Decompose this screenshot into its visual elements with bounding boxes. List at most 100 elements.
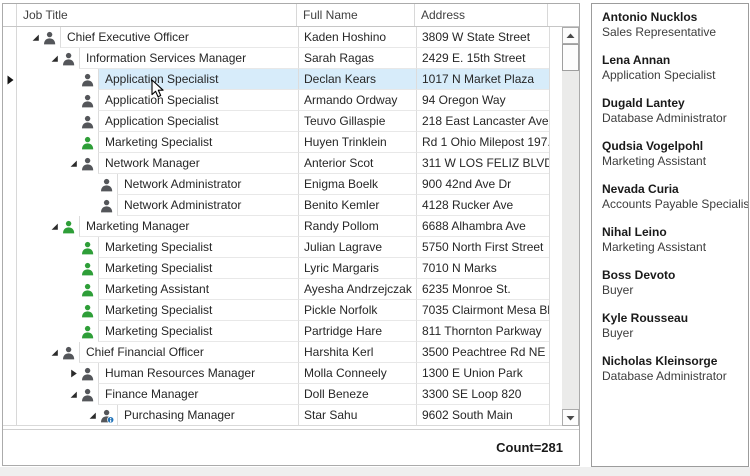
full-name-cell[interactable]: Anterior Scot [298,153,416,174]
table-row[interactable]: Marketing SpecialistLyric Margaris7010 N… [18,258,579,279]
full-name-cell[interactable]: Enigma Boelk [298,174,416,195]
column-header-job-title[interactable]: Job Title [17,4,297,26]
table-row[interactable]: Marketing AssistantAyesha Andrzejczak623… [18,279,579,300]
address-cell[interactable]: 3500 Peachtree Rd NE [416,342,549,363]
full-name-cell[interactable]: Doll Beneze [298,384,416,405]
list-item-person[interactable]: Boss DevotoBuyer [602,268,740,298]
expand-glyph-box[interactable] [46,53,62,64]
job-title-cell[interactable]: Application Specialist [18,111,298,132]
address-cell[interactable]: 3809 W State Street [416,27,549,48]
address-cell[interactable]: 6235 Monroe St. [416,279,549,300]
job-title-cell[interactable]: Marketing Assistant [18,279,298,300]
job-title-cell[interactable]: Chief Financial Officer [18,342,298,363]
table-row[interactable]: Chief Financial OfficerHarshita Kerl3500… [18,342,579,363]
vertical-scrollbar[interactable] [562,27,579,426]
expand-glyph-box[interactable] [65,368,81,379]
full-name-cell[interactable]: Lyric Margaris [298,258,416,279]
list-item-person[interactable]: Lena AnnanApplication Specialist [602,53,740,83]
expand-glyph-box[interactable] [46,347,62,358]
table-row[interactable]: Chief Executive OfficerKaden Hoshino3809… [18,27,579,48]
full-name-cell[interactable]: Partridge Hare [298,321,416,342]
table-row[interactable]: Marketing SpecialistPartridge Hare811 Th… [18,321,579,342]
table-row[interactable]: Marketing SpecialistJulian Lagrave5750 N… [18,237,579,258]
expand-glyph-box[interactable] [65,389,81,400]
address-cell[interactable]: 6688 Alhambra Ave [416,216,549,237]
list-item-person[interactable]: Antonio NucklosSales Representative [602,10,740,40]
table-row[interactable]: Application SpecialistDeclan Kears1017 N… [18,69,579,90]
address-cell[interactable]: 1017 N Market Plaza [416,69,549,90]
scrollbar-thumb[interactable] [562,44,579,71]
table-row[interactable]: Finance ManagerDoll Beneze3300 SE Loop 8… [18,384,579,405]
list-item-person[interactable]: Kyle RousseauBuyer [602,311,740,341]
table-row[interactable]: Network AdministratorBenito Kemler4128 R… [18,195,579,216]
full-name-cell[interactable]: Benito Kemler [298,195,416,216]
full-name-cell[interactable]: Star Sahu [298,405,416,425]
address-cell[interactable]: 1300 E Union Park [416,363,549,384]
address-cell[interactable]: 4128 Rucker Ave [416,195,549,216]
expand-glyph-box[interactable] [27,32,43,43]
column-header-full-name[interactable]: Full Name [297,4,415,26]
job-title-cell[interactable]: Network Manager [18,153,298,174]
table-row[interactable]: Information Services ManagerSarah Ragas2… [18,48,579,69]
list-item-person[interactable]: Qudsia VogelpohlMarketing Assistant [602,139,740,169]
expanded-glyph-icon[interactable] [49,53,60,64]
expanded-glyph-icon[interactable] [49,347,60,358]
address-cell[interactable]: 7035 Clairmont Mesa Bl... [416,300,549,321]
address-cell[interactable]: 5750 North First Street [416,237,549,258]
job-title-cell[interactable]: Information Services Manager [18,48,298,69]
list-item-person[interactable]: Dugald LanteyDatabase Administrator [602,96,740,126]
job-title-cell[interactable]: Marketing Manager [18,216,298,237]
table-row[interactable]: Marketing SpecialistPickle Norfolk7035 C… [18,300,579,321]
scroll-up-button[interactable] [562,27,579,44]
job-title-cell[interactable]: Finance Manager [18,384,298,405]
full-name-cell[interactable]: Sarah Ragas [298,48,416,69]
job-title-cell[interactable]: Human Resources Manager [18,363,298,384]
expand-glyph-box[interactable] [46,221,62,232]
full-name-cell[interactable]: Randy Pollom [298,216,416,237]
expand-glyph-box[interactable] [65,158,81,169]
job-title-cell[interactable]: Marketing Specialist [18,258,298,279]
table-row[interactable]: Marketing ManagerRandy Pollom6688 Alhamb… [18,216,579,237]
expanded-glyph-icon[interactable] [30,32,41,43]
address-cell[interactable]: 7010 N Marks [416,258,549,279]
table-row[interactable]: Network ManagerAnterior Scot311 W LOS FE… [18,153,579,174]
address-cell[interactable]: 94 Oregon Way [416,90,549,111]
address-cell[interactable]: Rd 1 Ohio Milepost 197.0 [416,132,549,153]
full-name-cell[interactable]: Teuvo Gillaspie [298,111,416,132]
full-name-cell[interactable]: Kaden Hoshino [298,27,416,48]
expand-glyph-box[interactable] [84,410,100,421]
full-name-cell[interactable]: Declan Kears [298,69,416,90]
address-cell[interactable]: 900 42nd Ave Dr [416,174,549,195]
column-header-address[interactable]: Address [415,4,548,26]
address-cell[interactable]: 9602 South Main [416,405,549,425]
table-row[interactable]: Network AdministratorEnigma Boelk900 42n… [18,174,579,195]
full-name-cell[interactable]: Julian Lagrave [298,237,416,258]
full-name-cell[interactable]: Armando Ordway [298,90,416,111]
job-title-cell[interactable]: Application Specialist [18,69,298,90]
job-title-cell[interactable]: Network Administrator [18,195,298,216]
table-row[interactable]: Purchasing ManagerStar Sahu9602 South Ma… [18,405,579,425]
expanded-glyph-icon[interactable] [87,410,98,421]
expanded-glyph-icon[interactable] [68,158,79,169]
address-cell[interactable]: 311 W LOS FELIZ BLVD [416,153,549,174]
address-cell[interactable]: 2429 E. 15th Street [416,48,549,69]
full-name-cell[interactable]: Ayesha Andrzejczak [298,279,416,300]
table-row[interactable]: Human Resources ManagerMolla Conneely130… [18,363,579,384]
job-title-cell[interactable]: Marketing Specialist [18,132,298,153]
expanded-glyph-icon[interactable] [68,389,79,400]
job-title-cell[interactable]: Marketing Specialist [18,237,298,258]
scroll-down-button[interactable] [562,409,579,426]
job-title-cell[interactable]: Marketing Specialist [18,300,298,321]
address-cell[interactable]: 3300 SE Loop 820 [416,384,549,405]
list-item-person[interactable]: Nevada CuriaAccounts Payable Specialist [602,182,740,212]
table-row[interactable]: Application SpecialistTeuvo Gillaspie218… [18,111,579,132]
full-name-cell[interactable]: Harshita Kerl [298,342,416,363]
expanded-glyph-icon[interactable] [49,221,60,232]
full-name-cell[interactable]: Huyen Trinklein [298,132,416,153]
address-cell[interactable]: 218 East Lancaster Aven... [416,111,549,132]
job-title-cell[interactable]: Marketing Specialist [18,321,298,342]
job-title-cell[interactable]: Application Specialist [18,90,298,111]
list-item-person[interactable]: Nicholas KleinsorgeDatabase Administrato… [602,354,740,384]
table-row[interactable]: Marketing SpecialistHuyen TrinkleinRd 1 … [18,132,579,153]
collapsed-glyph-icon[interactable] [68,368,79,379]
